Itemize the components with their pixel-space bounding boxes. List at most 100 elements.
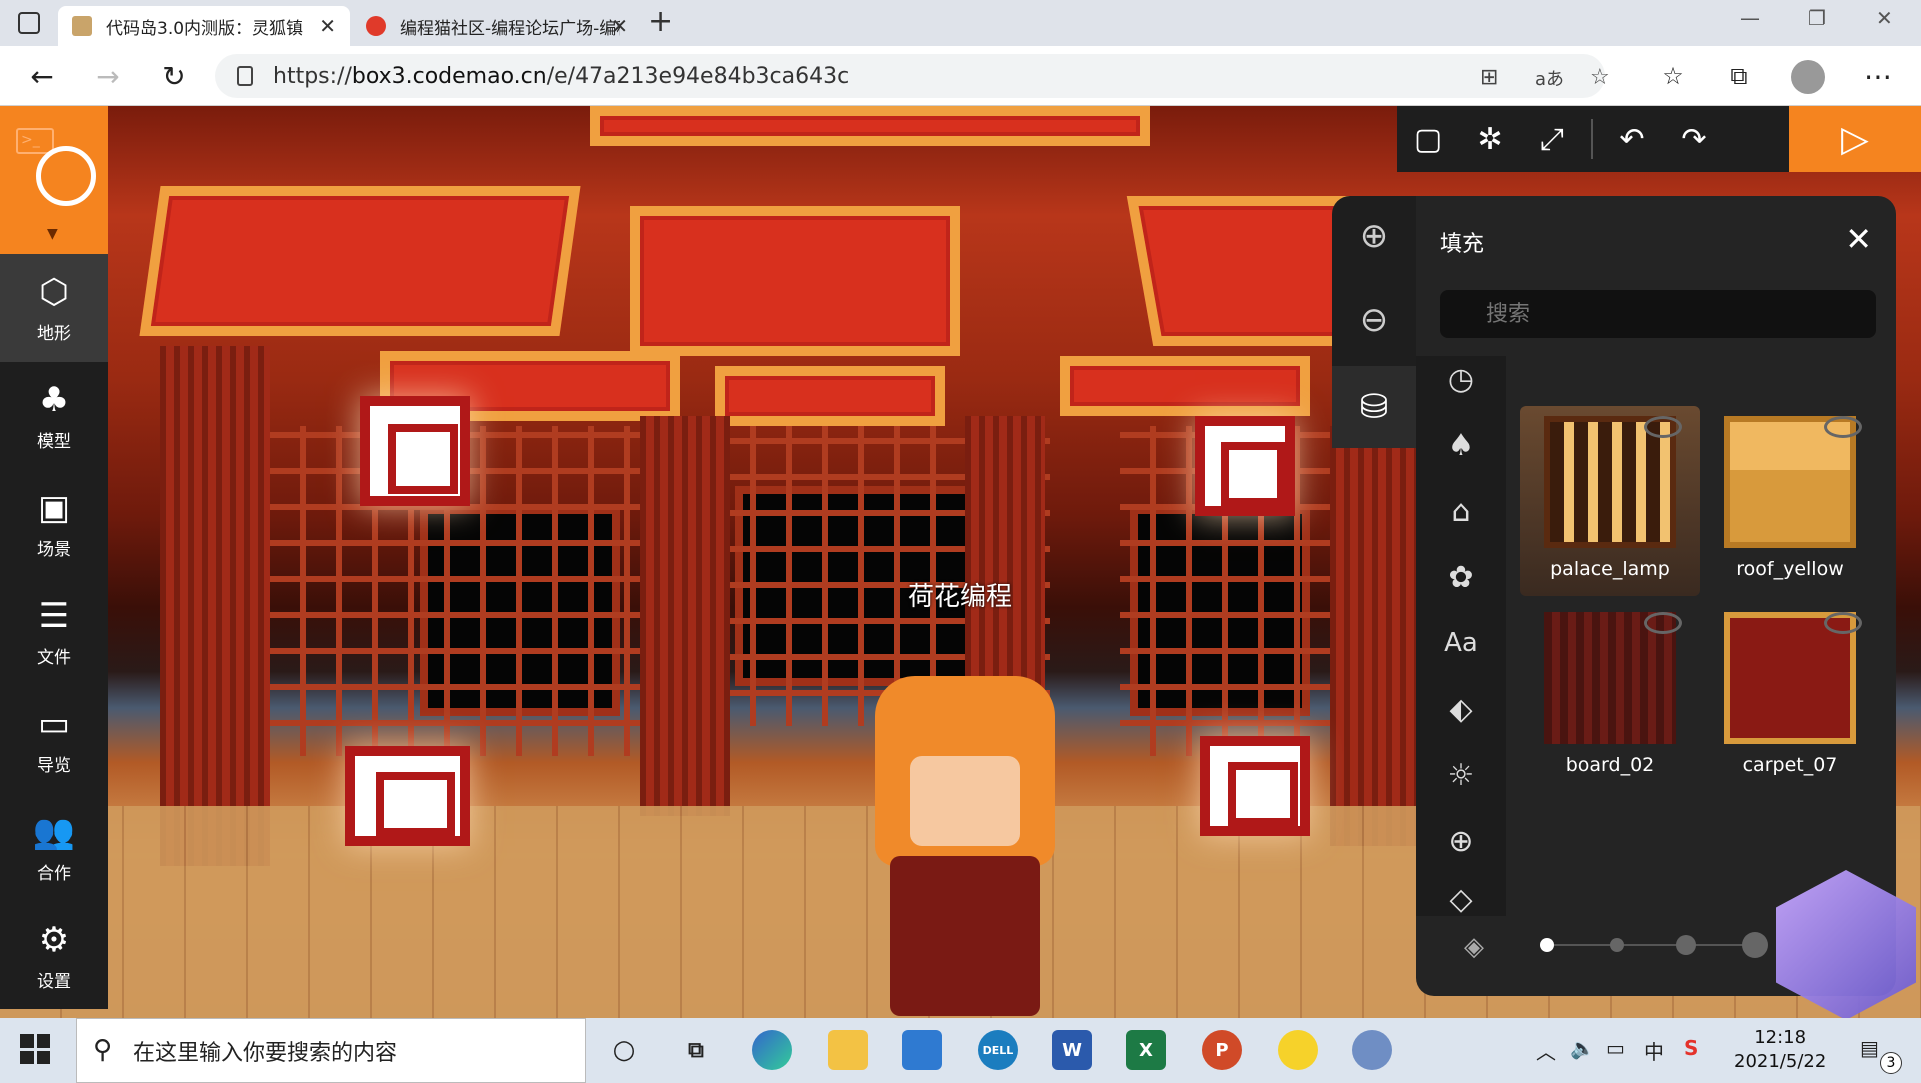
sidebar-item-guide[interactable]: ▭ 导览 (0, 686, 108, 794)
add-icon[interactable]: ⊕ (1438, 818, 1484, 864)
new-tab-button[interactable]: + (648, 4, 673, 39)
more-menu-icon[interactable]: ⋯ (1862, 60, 1894, 93)
powerpoint-icon[interactable]: P (1202, 1030, 1242, 1070)
redo-icon[interactable]: ↷ (1663, 106, 1725, 172)
player-avatar[interactable] (855, 646, 1075, 1016)
favorite-badge-icon[interactable] (1824, 612, 1862, 634)
run-play-button[interactable]: ▷ (1789, 106, 1921, 172)
fill-panel: 填充 ✕ ⚲ ◷ ♠ ⌂ ✿ Aa ⬖ ☼ ⊕ ◇ palace_lamp ro… (1416, 196, 1896, 996)
tab-actions-icon[interactable] (18, 12, 40, 34)
text-icon[interactable]: Aa (1438, 620, 1484, 666)
fullscreen-icon[interactable]: ⤢ (1521, 106, 1583, 172)
chevron-down-icon[interactable]: ▼ (47, 226, 58, 242)
undo-icon[interactable]: ↶ (1601, 106, 1663, 172)
folder-icon: ▭ (37, 703, 71, 744)
favorite-badge-icon[interactable] (1644, 416, 1682, 438)
sidebar-item-models[interactable]: ♣ 模型 (0, 362, 108, 470)
word-icon[interactable]: W (1052, 1030, 1092, 1070)
ceiling-panel (715, 366, 945, 426)
pager-dot-2[interactable] (1610, 938, 1624, 952)
lock-icon (237, 66, 253, 86)
block-palace-lamp[interactable]: palace_lamp (1520, 406, 1700, 596)
sidebar-item-scene[interactable]: ▣ 场景 (0, 470, 108, 578)
forward-arrow-icon[interactable]: → (92, 60, 124, 93)
windows-taskbar: ⚲ 在这里输入你要搜索的内容 ○ ⧉ DELL W X P ︿ 🔈 ▭ 中 S … (0, 1018, 1921, 1083)
search-input[interactable] (1440, 290, 1876, 338)
task-view-icon[interactable]: ⧉ (676, 1030, 716, 1070)
favorite-badge-icon[interactable] (1644, 612, 1682, 634)
start-windows-icon[interactable] (20, 1034, 50, 1064)
close-tab-icon[interactable]: ✕ (611, 14, 628, 38)
favorites-icon[interactable]: ☆ (1657, 60, 1689, 92)
close-window-icon[interactable]: ✕ (1876, 6, 1893, 30)
fill-bucket-icon[interactable]: ⛁ (1332, 366, 1416, 448)
recent-clock-icon[interactable]: ◷ (1438, 356, 1484, 402)
refresh-icon[interactable]: ↻ (158, 60, 190, 93)
url-prefix: https:// (273, 63, 352, 89)
sidebar-item-label: 模型 (37, 431, 71, 452)
mail-icon[interactable] (902, 1030, 942, 1070)
url-host: box3.codemao.cn (351, 63, 547, 89)
ime-indicator[interactable]: 中 (1644, 1036, 1664, 1065)
close-tab-icon[interactable]: ✕ (319, 14, 336, 38)
apps-icon[interactable]: ⊞ (1480, 65, 1498, 90)
minimize-icon[interactable]: — (1740, 6, 1760, 30)
add-favorite-icon[interactable]: ☆ (1590, 65, 1610, 90)
address-bar: ← → ↻ https://box3.codemao.cn/e/47a213e9… (0, 46, 1921, 106)
notification-icon[interactable]: ▤ (1860, 1036, 1879, 1060)
sidebar-item-collaborate[interactable]: 👥 合作 (0, 794, 108, 902)
battery-icon[interactable]: ▭ (1606, 1036, 1625, 1060)
tab-codemao-community[interactable]: 编程猫社区-编程论坛广场-编程学 ✕ (352, 6, 642, 46)
tree-icon[interactable]: ♠ (1438, 422, 1484, 468)
zoom-in-icon[interactable]: ⊕ (1350, 212, 1398, 260)
sidebar-item-settings[interactable]: ⚙ 设置 (0, 902, 108, 1010)
url-field[interactable]: https://box3.codemao.cn/e/47a213e94e84b3… (215, 54, 1610, 98)
left-toolbar: ⬡ 地形 ♣ 模型 ▣ 场景 ☰ 文件 ▭ 导览 👥 合作 ⚙ 设置 (0, 254, 108, 1009)
block-name: palace_lamp (1550, 558, 1670, 580)
search-icon: ⚲ (93, 1035, 113, 1065)
layer-icon[interactable]: ◈ (1464, 932, 1484, 962)
edge-browser-icon[interactable] (752, 1030, 792, 1070)
block-roof-yellow[interactable]: roof_yellow (1700, 406, 1880, 596)
palace-lamp-block (345, 746, 470, 846)
red-pillar (1330, 426, 1420, 846)
close-icon[interactable]: ✕ (1845, 220, 1872, 258)
excel-icon[interactable]: X (1126, 1030, 1166, 1070)
red-pillar (160, 346, 270, 866)
chat-icon[interactable]: ▢ (1397, 106, 1459, 172)
restore-icon[interactable]: ❐ (1808, 6, 1826, 30)
house-icon[interactable]: ⌂ (1438, 488, 1484, 534)
materials-icon[interactable]: ✿ (1438, 554, 1484, 600)
collections-icon[interactable]: ⧉ (1723, 60, 1755, 92)
favorite-badge-icon[interactable] (1824, 416, 1862, 438)
pager-dot-4[interactable] (1742, 932, 1768, 958)
debug-bug-icon[interactable]: ✲ (1459, 106, 1521, 172)
dell-icon[interactable]: DELL (978, 1030, 1018, 1070)
tag-icon[interactable]: ⬖ (1438, 686, 1484, 732)
block-board-02[interactable]: board_02 (1520, 602, 1700, 792)
zoom-out-icon[interactable]: ⊖ (1350, 296, 1398, 344)
light-sun-icon[interactable]: ☼ (1438, 752, 1484, 798)
editor-logo-panel[interactable]: >_ ▼ (0, 106, 108, 254)
sogou-ime-icon[interactable]: S (1684, 1036, 1698, 1060)
sidebar-item-terrain[interactable]: ⬡ 地形 (0, 254, 108, 362)
profile-avatar[interactable] (1791, 60, 1825, 94)
pager-dot-1[interactable] (1540, 938, 1554, 952)
app-circle-icon[interactable] (1352, 1030, 1392, 1070)
tab-title: 代码岛3.0内测版：灵狐镇 (106, 18, 304, 39)
tab-codemao-island[interactable]: 代码岛3.0内测版：灵狐镇 ✕ (58, 6, 350, 46)
layers-icon[interactable]: ◇ (1438, 876, 1484, 922)
file-explorer-icon[interactable] (828, 1030, 868, 1070)
taskbar-search[interactable]: ⚲ 在这里输入你要搜索的内容 (76, 1018, 586, 1083)
system-clock[interactable]: 12:18 2021/5/22 (1734, 1026, 1826, 1074)
tray-chevron-up-icon[interactable]: ︿ (1536, 1036, 1556, 1065)
block-carpet-07[interactable]: carpet_07 (1700, 602, 1880, 792)
back-arrow-icon[interactable]: ← (26, 60, 58, 93)
volume-icon[interactable]: 🔈 (1570, 1036, 1595, 1060)
cortana-icon[interactable]: ○ (604, 1030, 644, 1070)
read-aloud-icon[interactable]: aあ (1535, 65, 1564, 91)
avatar-face (910, 756, 1020, 846)
qq-music-icon[interactable] (1278, 1030, 1318, 1070)
sidebar-item-files[interactable]: ☰ 文件 (0, 578, 108, 686)
pager-dot-3[interactable] (1676, 935, 1696, 955)
